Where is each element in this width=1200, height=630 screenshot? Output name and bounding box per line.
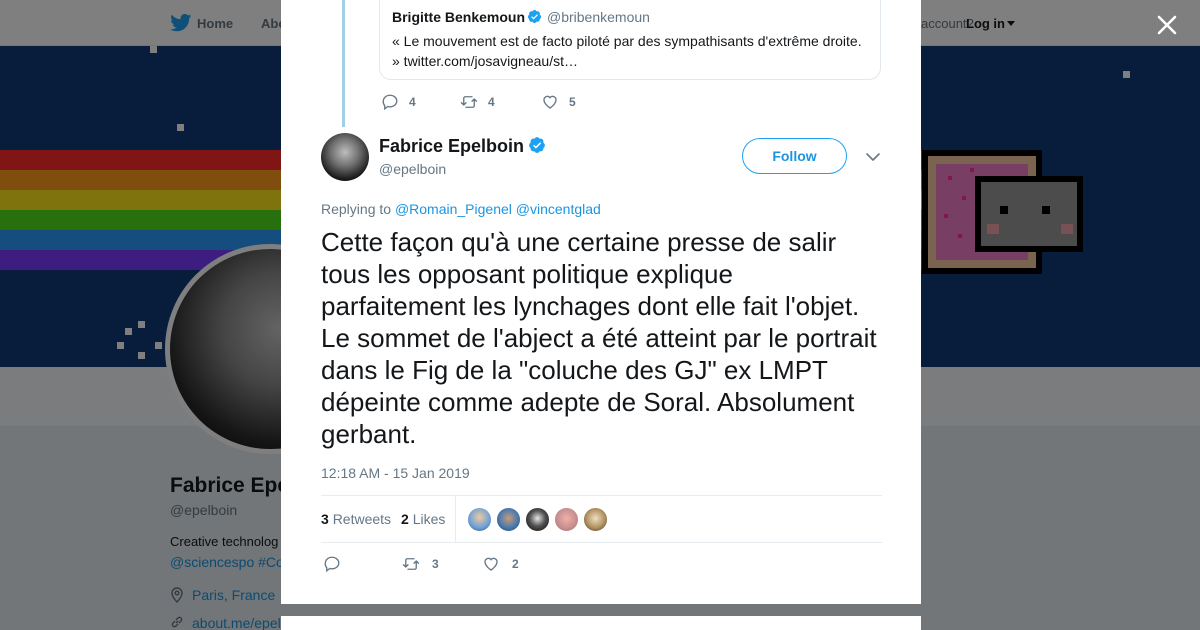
retweets-label: Retweets xyxy=(332,511,392,527)
quoted-like-action[interactable]: 5 xyxy=(541,93,576,111)
retweets-count: 3 xyxy=(321,511,329,527)
reply-action[interactable] xyxy=(323,555,353,573)
author-name[interactable]: Fabrice Epelboin xyxy=(379,136,524,157)
liker-avatar[interactable] xyxy=(525,507,550,532)
likes-count: 2 xyxy=(401,511,409,527)
verified-badge-icon xyxy=(529,137,545,153)
quoted-reply-count: 4 xyxy=(409,95,416,109)
author-avatar[interactable] xyxy=(321,133,369,181)
like-action[interactable]: 2 xyxy=(482,555,519,573)
retweets-stat[interactable]: 3 Retweets xyxy=(321,511,391,527)
likes-stat[interactable]: 2 Likes xyxy=(401,511,445,527)
stats-divider xyxy=(455,496,456,542)
quoted-retweet-action[interactable]: 4 xyxy=(460,93,495,111)
retweet-icon xyxy=(460,96,478,108)
quoted-reply-action[interactable]: 4 xyxy=(381,93,416,111)
quoted-tweet-card[interactable]: Brigitte Benkemoun @bribenkemoun « Le mo… xyxy=(379,0,881,80)
liker-avatar[interactable] xyxy=(583,507,608,532)
quoted-like-count: 5 xyxy=(569,95,576,109)
tweet-timestamp[interactable]: 12:18 AM - 15 Jan 2019 xyxy=(321,465,470,481)
tweet-stats: 3 Retweets 2 Likes xyxy=(321,495,882,543)
retweet-action[interactable]: 3 xyxy=(402,555,439,573)
quoted-retweet-count: 4 xyxy=(488,95,495,109)
verified-badge-icon xyxy=(527,9,542,24)
replying-to: Replying to @Romain_Pigenel @vincentglad xyxy=(321,201,601,217)
tweet-modal: Brigitte Benkemoun @bribenkemoun « Le mo… xyxy=(281,0,921,604)
likes-label: Likes xyxy=(412,511,446,527)
heart-icon xyxy=(484,557,498,571)
replying-to-mention[interactable]: @Romain_Pigenel xyxy=(395,201,512,217)
follow-button[interactable]: Follow xyxy=(742,138,847,174)
replying-to-mention[interactable]: @vincentglad xyxy=(516,201,601,217)
tweet-text: Cette façon qu'à une certaine presse de … xyxy=(321,227,877,449)
next-modal-section xyxy=(281,616,921,630)
retweet-icon xyxy=(402,558,420,570)
liker-avatar[interactable] xyxy=(496,507,521,532)
liker-avatar[interactable] xyxy=(554,507,579,532)
thread-connector xyxy=(342,0,345,127)
chevron-down-icon[interactable] xyxy=(865,150,881,164)
liker-avatar[interactable] xyxy=(467,507,492,532)
quoted-author-name: Brigitte Benkemoun xyxy=(392,9,526,25)
retweet-count: 3 xyxy=(432,557,439,571)
reply-icon xyxy=(324,556,340,573)
quoted-tweet-text: « Le mouvement est de facto piloté par d… xyxy=(392,33,862,69)
quoted-author-handle: @bribenkemoun xyxy=(547,9,650,25)
close-icon[interactable] xyxy=(1153,11,1181,39)
replying-prefix: Replying to xyxy=(321,201,392,217)
like-count: 2 xyxy=(512,557,519,571)
author-handle[interactable]: @epelboin xyxy=(379,161,446,177)
heart-icon xyxy=(543,95,557,109)
reply-icon xyxy=(382,94,398,111)
